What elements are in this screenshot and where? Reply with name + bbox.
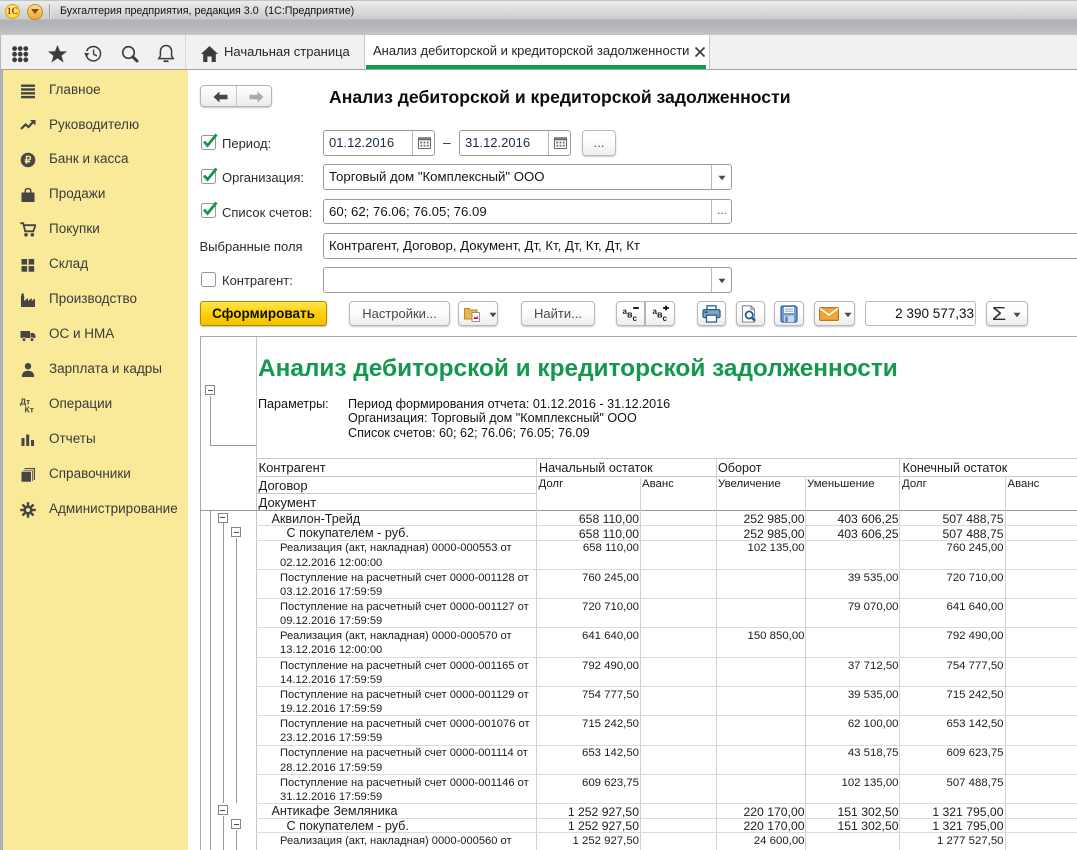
- svg-text:Кт: Кт: [24, 405, 33, 414]
- svg-text:с: с: [662, 314, 667, 323]
- svg-text:с: с: [632, 314, 637, 323]
- svg-text:₽: ₽: [24, 155, 31, 167]
